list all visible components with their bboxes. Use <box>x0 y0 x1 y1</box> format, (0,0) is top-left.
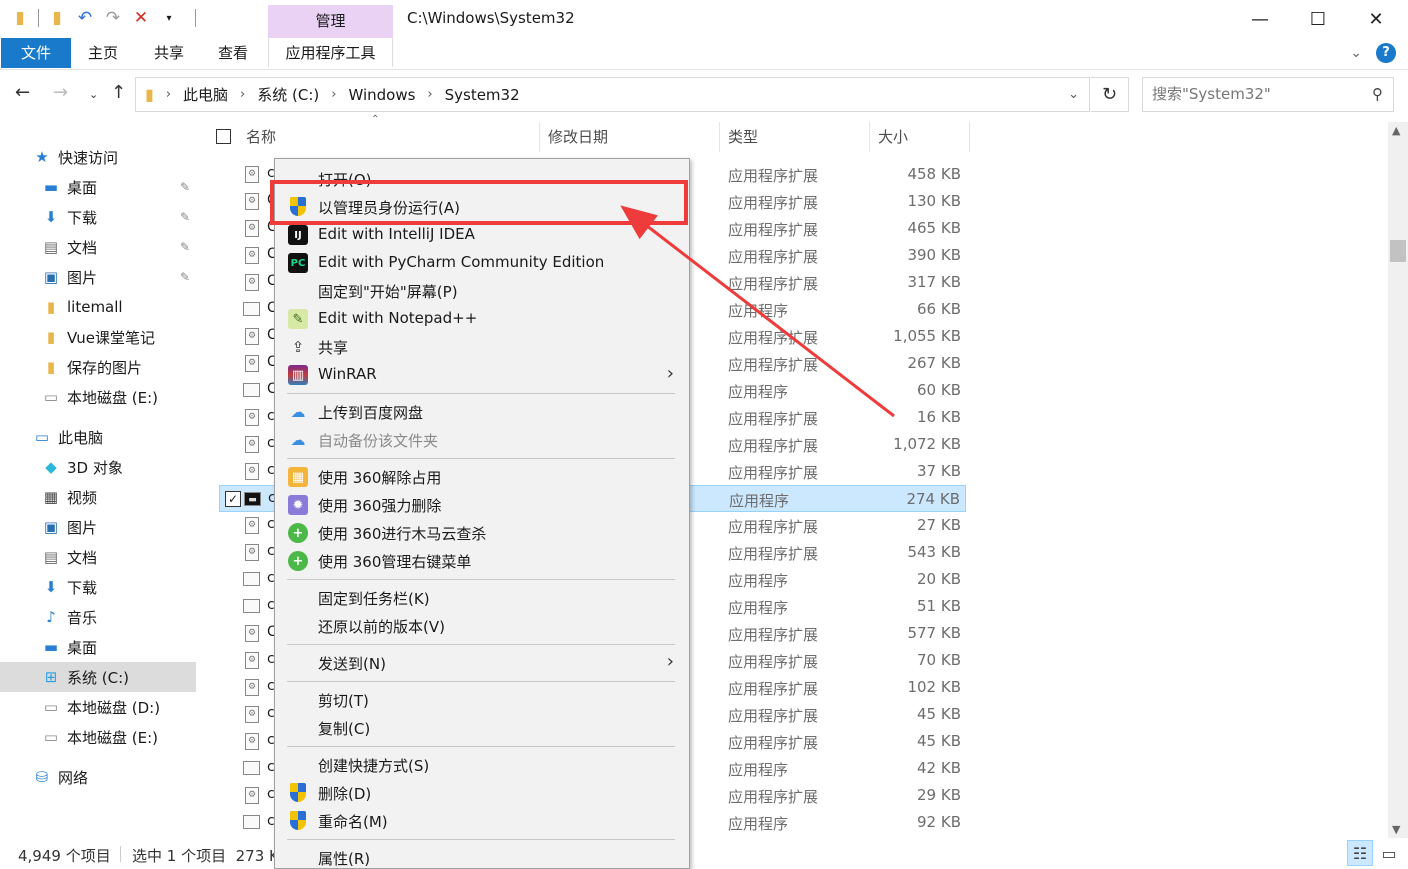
file-explorer-window: ▮ ▮ ↶ ↷ ✕ ▾ 管理 C:\Windows\System32 — ☐ ✕… <box>0 0 1408 869</box>
annotation-arrow <box>620 205 895 418</box>
